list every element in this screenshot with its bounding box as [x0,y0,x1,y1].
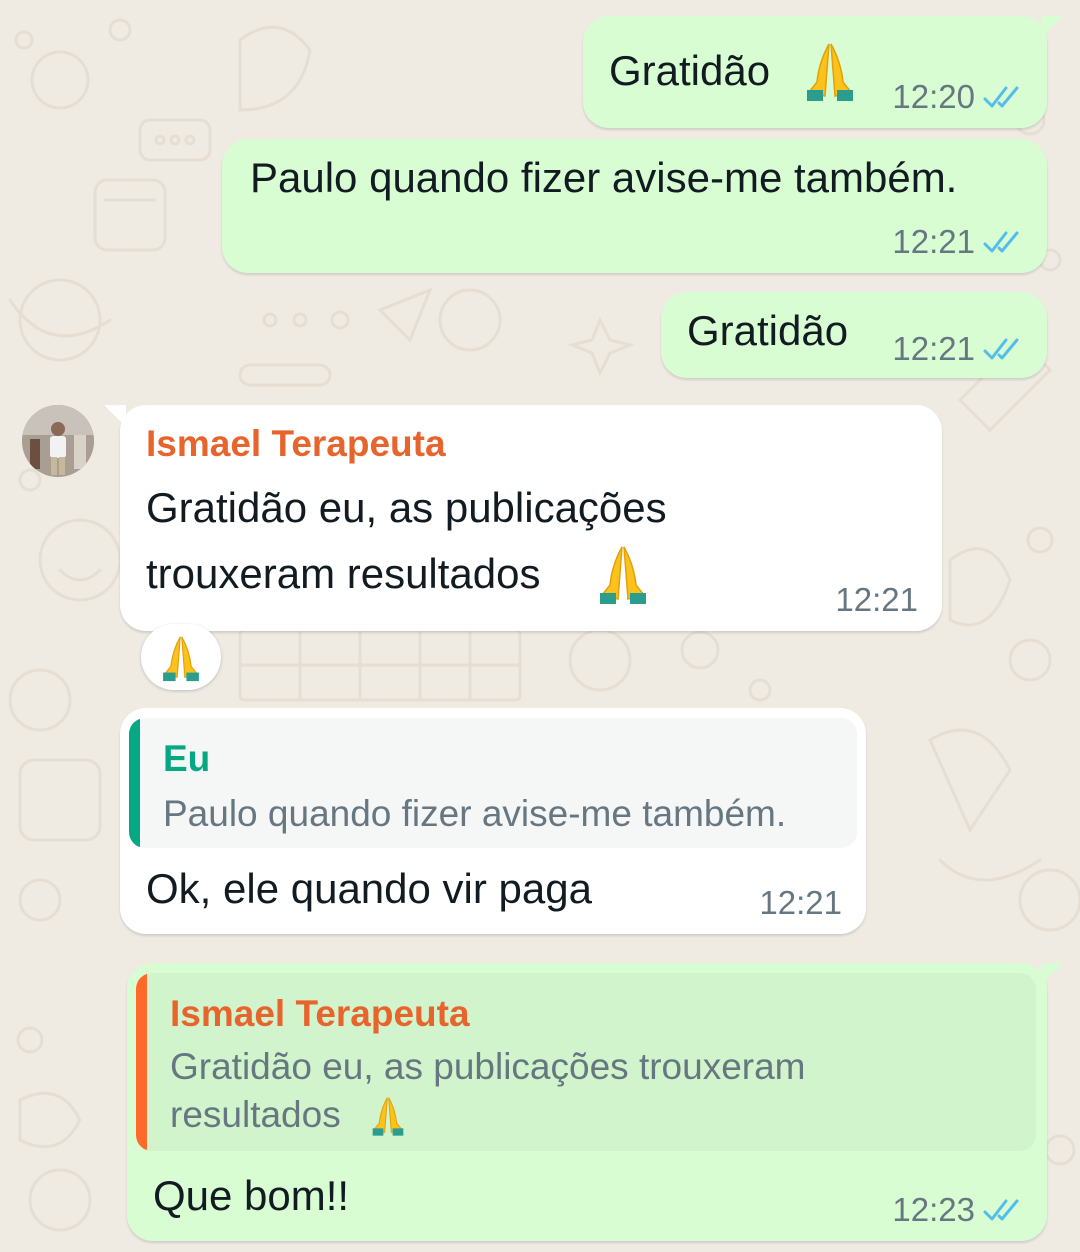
timestamp: 12:21 [759,884,842,921]
read-receipt-icon [983,86,1019,108]
message-meta: 12:21 [835,581,918,619]
contact-avatar[interactable] [22,405,94,477]
message-reaction[interactable] [141,624,221,690]
folded-hands-icon [807,43,853,101]
bubble-tail [1041,16,1063,38]
message-text: Que bom!! [153,1172,350,1219]
quoted-sender: Ismael Terapeuta [170,993,470,1034]
quoted-text: Paulo quando fizer avise-me também. [163,793,787,834]
message-bubble-outgoing[interactable]: Ismael Terapeuta Gratidão eu, as publica… [127,963,1063,1241]
message-text: Paulo quando fizer avise-me também. [250,154,958,201]
timestamp: 12:21 [892,223,975,260]
sender-name: Ismael Terapeuta [146,423,446,464]
message-meta: 12:21 [892,330,1023,368]
timestamp: 12:20 [892,78,975,115]
read-receipt-icon [983,338,1019,360]
read-receipt-icon [983,231,1019,253]
folded-hands-icon [163,636,199,682]
message-text-line: Gratidão eu, as publicações [146,484,667,531]
folded-hands-icon [600,546,646,604]
timestamp: 12:21 [835,581,918,618]
timestamp: 12:23 [892,1191,975,1228]
message-text: Gratidão [687,307,849,354]
folded-hands-icon [372,1097,404,1136]
message-bubble-incoming[interactable]: Eu Paulo quando fizer avise-me também. O… [120,708,866,934]
message-meta: 12:21 [759,884,842,922]
message-text: Gratidão [609,47,771,94]
bubble-tail [104,405,126,427]
quoted-sender: Eu [163,738,211,779]
message-bubble-incoming[interactable]: Ismael Terapeuta Gratidão eu, as publica… [104,405,942,631]
message-meta: 12:20 [892,78,1023,116]
message-text: Ok, ele quando vir paga [146,865,592,912]
timestamp: 12:21 [892,330,975,367]
quoted-message[interactable]: Eu Paulo quando fizer avise-me também. [129,718,857,848]
message-text-line: trouxeram resultados [146,550,541,597]
message-bubble-outgoing[interactable]: Gratidão 12:21 [661,292,1047,378]
bubble-tail [1041,963,1063,985]
quote-accent-bar [136,973,147,1151]
avatar-photo [22,405,94,477]
message-meta: 12:23 [892,1191,1023,1229]
quote-accent-bar [129,718,140,848]
quoted-message[interactable]: Ismael Terapeuta Gratidão eu, as publica… [136,973,1036,1151]
read-receipt-icon [983,1199,1019,1221]
quoted-text-line: resultados [170,1094,341,1135]
message-meta: 12:21 [892,223,1023,261]
message-bubble-outgoing[interactable]: Paulo quando fizer avise-me também. 12:2… [222,139,1047,273]
quoted-text-line: Gratidão eu, as publicações trouxeram [170,1046,806,1087]
message-bubble-outgoing[interactable]: Gratidão 12:20 [583,16,1063,128]
